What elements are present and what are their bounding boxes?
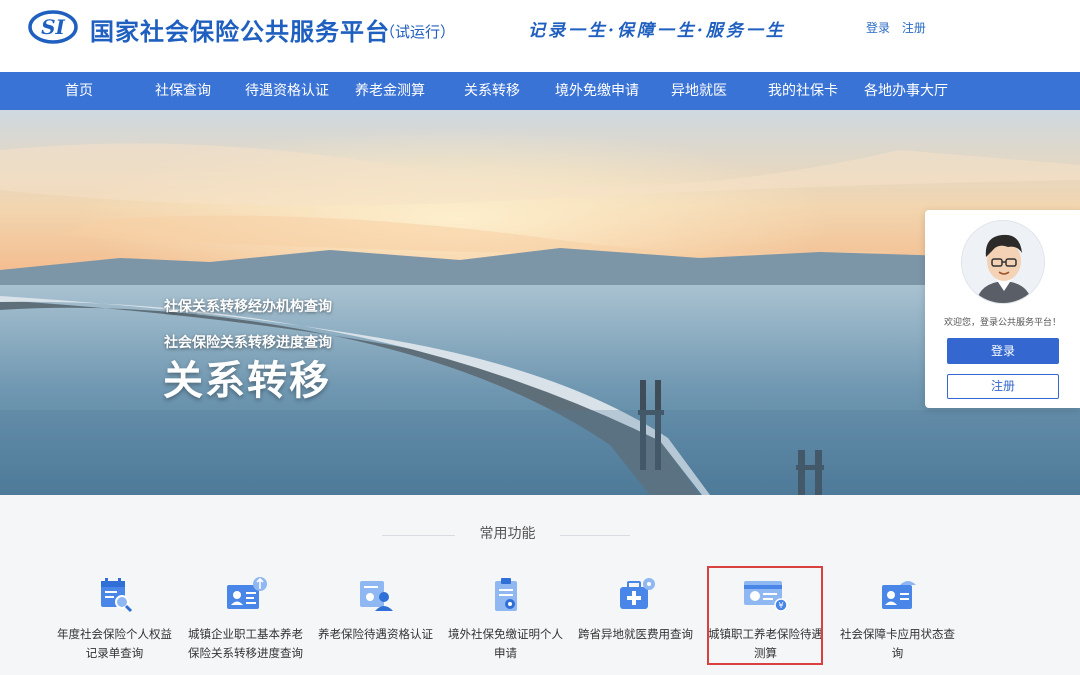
clipboard-document-icon [448, 575, 563, 615]
medical-kit-icon [578, 575, 693, 615]
nav-item-pension-calc[interactable]: 养老金测算 [355, 72, 425, 110]
func-label: 年度社会保险个人权益记录单查询 [57, 627, 172, 660]
section-title: 常用功能 [455, 523, 560, 543]
login-card: 欢迎您，登录公共服务平台！ 登录 注册 [925, 210, 1080, 408]
main-nav: 首页 社保查询 待遇资格认证 养老金测算 关系转移 境外免缴申请 异地就医 我的… [0, 72, 1080, 110]
avatar [961, 220, 1045, 304]
banner-link-progress-query[interactable]: 社会保险关系转移进度查询 [164, 332, 332, 352]
welcome-text: 欢迎您，登录公共服务平台！ [943, 318, 1061, 328]
nav-item-my-card[interactable]: 我的社保卡 [768, 72, 838, 110]
nav-item-social-query[interactable]: 社保查询 [155, 72, 211, 110]
login-button[interactable]: 登录 [947, 338, 1059, 364]
banner-title: 关系转移 [163, 358, 331, 404]
banner-bridge-image [0, 110, 1080, 495]
header-register-link[interactable]: 注册 [902, 21, 926, 35]
nav-item-qualification[interactable]: 待遇资格认证 [245, 72, 329, 110]
header-auth-links: 登录 注册 [866, 19, 934, 36]
page: SI 国家社会保险公共服务平台 （试运行） 记录一生·保障一生·服务一生 登录 … [0, 0, 1080, 675]
nav-item-overseas[interactable]: 境外免缴申请 [555, 72, 639, 110]
nav-item-halls[interactable]: 各地办事大厅 [864, 72, 948, 110]
nav-item-remote-medical[interactable]: 异地就医 [671, 72, 727, 110]
slogan: 记录一生·保障一生·服务一生 [528, 21, 786, 41]
func-label: 跨省异地就医费用查询 [578, 627, 693, 641]
id-card-transfer-icon [188, 575, 303, 615]
social-card-icon [840, 575, 955, 615]
func-label: 城镇企业职工基本养老保险关系转移进度查询 [188, 627, 303, 660]
certificate-user-icon [318, 575, 433, 615]
site-status: （试运行） [380, 23, 456, 41]
header-login-link[interactable]: 登录 [866, 21, 890, 35]
common-functions-section: 常用功能 年度社会保险个人权益记录单查询 城镇企业职工基本养老保险关系转移进度查… [0, 495, 1080, 675]
hero-banner[interactable]: 关系转移 社保关系转移经办机构查询 社会保险关系转移进度查询 [0, 110, 1080, 495]
nav-item-home[interactable]: 首页 [65, 72, 93, 110]
svg-text:¥: ¥ [778, 601, 783, 610]
logo-text: SI [41, 15, 65, 39]
calculator-card-icon: ¥ [708, 575, 823, 615]
calendar-search-icon [57, 575, 172, 615]
site-header: SI 国家社会保险公共服务平台 （试运行） 记录一生·保障一生·服务一生 登录 … [0, 0, 1080, 72]
nav-item-transfer[interactable]: 关系转移 [464, 72, 520, 110]
user-avatar-icon [962, 221, 1044, 303]
func-label: 境外社保免缴证明个人申请 [448, 627, 563, 660]
site-title[interactable]: 国家社会保险公共服务平台 [90, 12, 390, 47]
func-label: 社会保障卡应用状态查询 [840, 627, 955, 660]
register-button[interactable]: 注册 [947, 374, 1059, 399]
func-label: 城镇职工养老保险待遇测算 [708, 627, 823, 660]
func-label: 养老保险待遇资格认证 [318, 627, 433, 641]
si-logo[interactable]: SI [28, 10, 78, 44]
banner-link-agency-query[interactable]: 社保关系转移经办机构查询 [164, 296, 332, 316]
